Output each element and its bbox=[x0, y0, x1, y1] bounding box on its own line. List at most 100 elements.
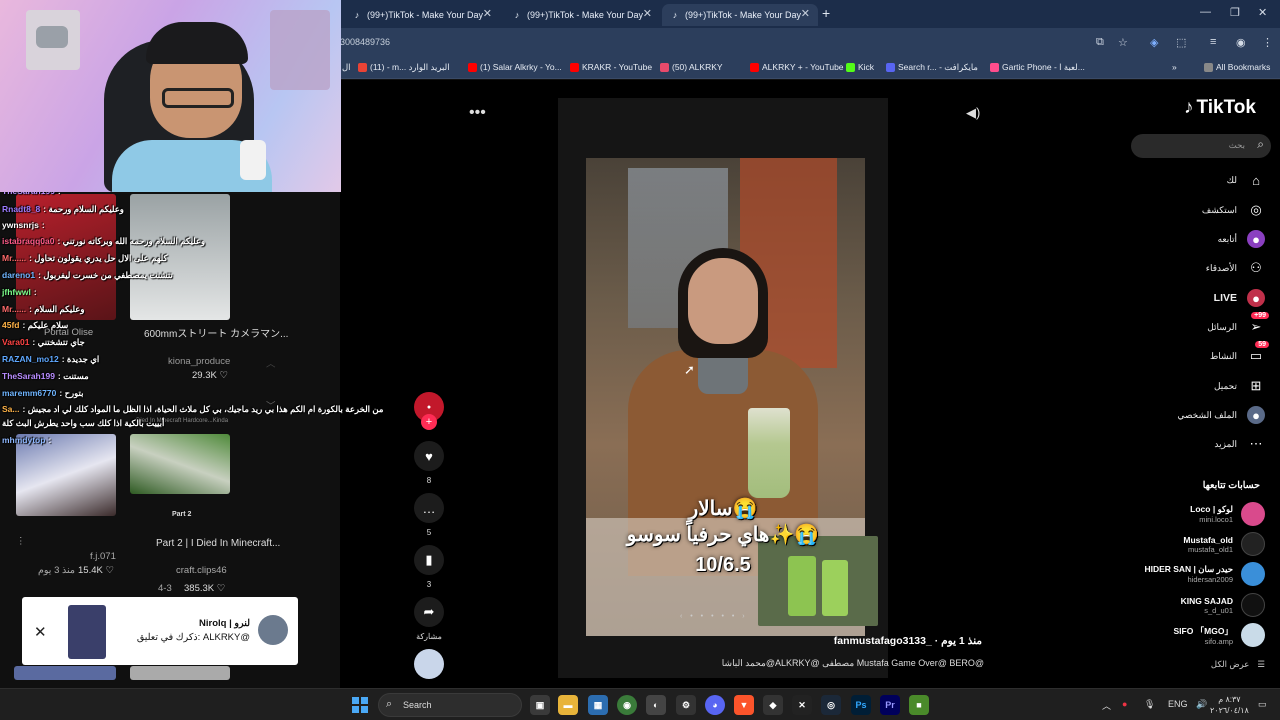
search-input[interactable]: بحث ⌕ bbox=[1131, 134, 1271, 158]
obs-icon[interactable]: ◐ bbox=[646, 695, 666, 715]
nav-item-upload[interactable]: تحميل ⊞ bbox=[1214, 376, 1265, 396]
bookmark-item[interactable]: (1) Salar Alkrky - Yo... bbox=[468, 62, 562, 72]
brave-icon[interactable]: ▼ bbox=[734, 695, 754, 715]
chrome-icon[interactable]: ◉ bbox=[617, 695, 637, 715]
follow-plus-icon[interactable]: + bbox=[421, 414, 437, 430]
more-icon[interactable]: ⋮ bbox=[16, 536, 26, 547]
following-account[interactable]: Mustafa_old mustafa_old1 bbox=[1183, 531, 1265, 557]
following-account[interactable]: HIDER SAN | حيدر سان hidersan2009 bbox=[1144, 561, 1265, 587]
video-player[interactable]: سالار😭 هاي حرفياً سوسو✨😭 10/6.5 bbox=[558, 98, 888, 678]
tray-chevron-icon[interactable]: ︿ bbox=[1102, 699, 1111, 712]
nav-item-messages[interactable]: الرسائل ➢ +99 bbox=[1207, 312, 1269, 337]
video-author[interactable]: kiona_produce bbox=[168, 356, 230, 367]
notification-icon[interactable]: ▭ bbox=[1258, 699, 1267, 710]
chat-username[interactable]: Sa... bbox=[2, 404, 19, 414]
nav-item-foryou[interactable]: لك ⌂ bbox=[1227, 170, 1265, 190]
video-author[interactable]: f.j.071 bbox=[90, 551, 116, 562]
browser-tab-active[interactable]: ♪ (99+)TikTok - Make Your Day ✕ bbox=[662, 4, 818, 26]
star-icon[interactable]: ☆ bbox=[1118, 36, 1128, 49]
chat-username[interactable]: dareno1 bbox=[2, 270, 35, 280]
volume-icon[interactable]: 🔊 bbox=[1196, 699, 1207, 710]
tiktok-logo[interactable]: ♪ TikTok bbox=[1184, 97, 1256, 119]
bookmark-lead[interactable]: ال bbox=[342, 62, 351, 73]
new-tab-button[interactable]: + bbox=[822, 5, 830, 21]
bookmark-item[interactable]: Search r... - مايكرافت bbox=[886, 62, 978, 73]
nav-item-more[interactable]: المزيد ⋯ bbox=[1214, 434, 1265, 454]
photoshop-icon[interactable]: Ps bbox=[851, 695, 871, 715]
heart-icon[interactable]: ♥ bbox=[414, 441, 444, 471]
chat-username[interactable]: Rnadt8_8 bbox=[2, 204, 40, 214]
chat-username[interactable]: Mr...... bbox=[2, 304, 26, 314]
nav-item-live[interactable]: LIVE ● bbox=[1214, 288, 1265, 308]
bookmark-item[interactable]: ALKRKY + - YouTube bbox=[750, 62, 844, 72]
video-author[interactable]: fanmustafago3133_ · منذ 1 يوم bbox=[834, 635, 982, 647]
video-thumbnail[interactable] bbox=[130, 666, 230, 680]
video-thumbnail[interactable] bbox=[16, 434, 116, 516]
video-thumbnail[interactable] bbox=[14, 666, 116, 680]
chat-username[interactable]: mhmdytop bbox=[2, 435, 45, 445]
bookmark-item[interactable]: Kick bbox=[846, 62, 874, 72]
chat-username[interactable]: ywnsnrjs bbox=[2, 220, 39, 230]
chat-username[interactable]: Vara01 bbox=[2, 337, 29, 347]
chevron-right-icon[interactable]: » bbox=[1172, 62, 1177, 72]
capcut-icon[interactable]: ✕ bbox=[792, 695, 812, 715]
minecraft-icon[interactable]: ■ bbox=[909, 695, 929, 715]
app-icon[interactable]: ◆ bbox=[763, 695, 783, 715]
nav-item-profile[interactable]: الملف الشخصي ● bbox=[1177, 405, 1265, 425]
nav-item-explore[interactable]: استكشف ◎ bbox=[1202, 200, 1265, 220]
discord-icon[interactable]: ◕ bbox=[705, 695, 725, 715]
browser-tab[interactable]: ♪ (99+)TikTok - Make Your Day ✕ bbox=[344, 4, 500, 26]
windows-start-icon[interactable] bbox=[352, 697, 368, 713]
install-icon[interactable]: ⧉ bbox=[1096, 36, 1104, 49]
bookmark-icon[interactable]: ▮ bbox=[414, 545, 444, 575]
taskbar-search[interactable]: ⌕ Search bbox=[378, 693, 522, 717]
video-author[interactable]: craft.clips46 bbox=[176, 565, 227, 576]
restore-icon[interactable]: ❐ bbox=[1230, 6, 1240, 19]
menu-dots-icon[interactable]: ⋮ bbox=[1262, 36, 1273, 49]
see-all-link[interactable]: عرض الكل ☰ bbox=[1211, 659, 1265, 670]
settings-icon[interactable]: ⚙ bbox=[676, 695, 696, 715]
close-icon[interactable]: ✕ bbox=[483, 7, 492, 20]
bookmark-item[interactable]: (11) - m... البريد الوارد bbox=[358, 62, 450, 73]
chat-username[interactable]: jfhfwwl bbox=[2, 287, 31, 297]
store-icon[interactable]: ▦ bbox=[588, 695, 608, 715]
chat-username[interactable]: Mr...... bbox=[2, 253, 26, 263]
chat-username[interactable]: RAZAN_mo12 bbox=[2, 354, 59, 364]
following-account[interactable]: Loco | لوكو mini.loco1 bbox=[1190, 501, 1265, 527]
video-title[interactable]: 600mmストリート カメラマン... bbox=[144, 325, 288, 340]
nav-item-activity[interactable]: النشاط ▭ 59 bbox=[1210, 341, 1269, 366]
close-icon[interactable]: ✕ bbox=[643, 7, 652, 20]
following-account[interactable]: SIFO 「MGO」 sifo.amp bbox=[1173, 622, 1265, 648]
chat-username[interactable]: 45fd bbox=[2, 320, 19, 330]
bookmark-item[interactable]: Gartic Phone - لعبة ا... bbox=[990, 62, 1085, 73]
following-account[interactable]: KING SAJAD s_d_u01 bbox=[1181, 592, 1265, 618]
chevron-up-icon[interactable]: ︿ bbox=[266, 356, 276, 370]
nav-item-friends[interactable]: الأصدقاء ⚇ bbox=[1206, 258, 1265, 278]
share-icon[interactable]: ➦ bbox=[414, 597, 444, 627]
file-explorer-icon[interactable]: ▬ bbox=[558, 695, 578, 715]
clock[interactable]: ٨:٣٧ م ٢٠٢٦/٠٤/١٨ bbox=[1210, 694, 1249, 716]
search-icon[interactable]: ⌕ bbox=[1257, 137, 1264, 152]
carousel-dots[interactable]: ‹ • • • • • › bbox=[680, 613, 748, 620]
music-disc-icon[interactable] bbox=[414, 649, 444, 679]
extension-icon[interactable]: ◈ bbox=[1150, 36, 1158, 49]
chat-username[interactable]: istabraqq0a0 bbox=[2, 236, 54, 246]
notification-popup[interactable]: ✕ Nirolq | لنرو ذكرك في تعليق: ALKRKY@ bbox=[22, 597, 298, 665]
puzzle-icon[interactable]: ⬚ bbox=[1176, 36, 1186, 49]
bookmark-item[interactable]: (50) ALKRKY bbox=[660, 62, 723, 72]
chat-username[interactable]: TheSarah199 bbox=[2, 371, 55, 381]
close-icon[interactable]: ✕ bbox=[801, 7, 810, 20]
all-bookmarks[interactable]: All Bookmarks bbox=[1204, 62, 1270, 72]
video-thumbnail[interactable] bbox=[130, 434, 230, 494]
chat-username[interactable]: maremm6770 bbox=[2, 388, 56, 398]
premiere-icon[interactable]: Pr bbox=[880, 695, 900, 715]
close-icon[interactable]: ✕ bbox=[34, 623, 47, 641]
media-icon[interactable]: ≡ bbox=[1210, 36, 1216, 48]
task-view-icon[interactable]: ▣ bbox=[530, 695, 550, 715]
close-window-icon[interactable]: ✕ bbox=[1258, 6, 1267, 19]
steam-icon[interactable]: ◎ bbox=[821, 695, 841, 715]
url-text[interactable]: 3008489736 bbox=[340, 37, 390, 47]
browser-tab[interactable]: ♪ (99+)TikTok - Make Your Day ✕ bbox=[504, 4, 660, 26]
minimize-icon[interactable]: — bbox=[1200, 6, 1211, 18]
profile-avatar-icon[interactable]: ◉ bbox=[1236, 36, 1246, 49]
